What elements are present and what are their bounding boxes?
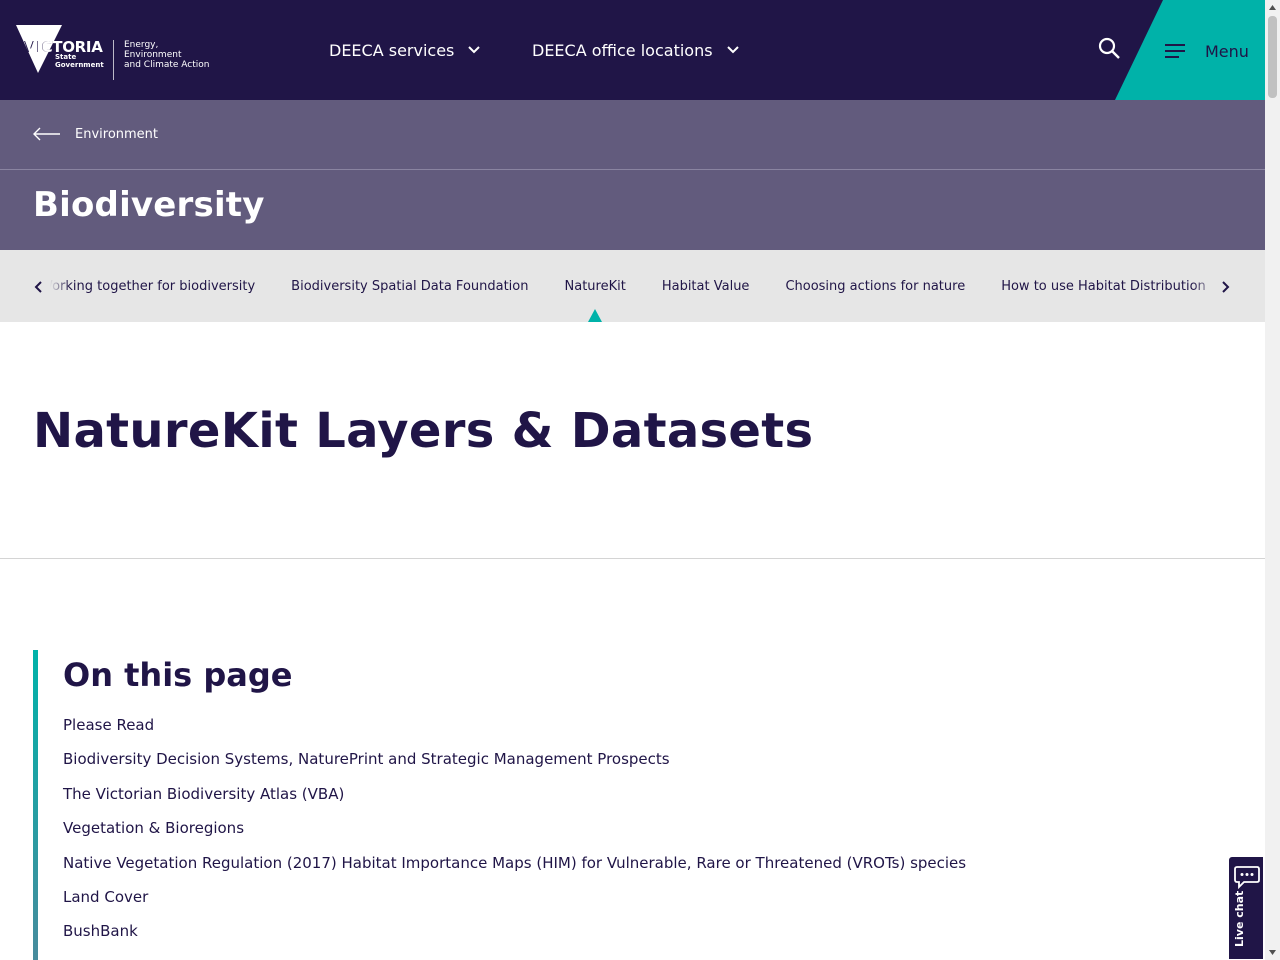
chat-bubble-icon: [1234, 866, 1260, 889]
logo-state-text: State Government: [55, 53, 104, 69]
breadcrumb-label: Environment: [75, 126, 159, 142]
toc-title: On this page: [63, 656, 293, 694]
breadcrumb-back-link[interactable]: Environment: [33, 124, 158, 144]
subnav-item-habitat-distribution[interactable]: How to use Habitat Distribution: [1001, 250, 1206, 322]
toc-link-please-read[interactable]: Please Read: [63, 716, 966, 750]
toc-list: Please Read Biodiversity Decision System…: [63, 716, 966, 957]
logo-state-line: Government: [55, 60, 104, 69]
scroll-down-arrow-icon[interactable]: [1268, 948, 1277, 957]
chevron-down-icon: [726, 44, 739, 56]
section-banner: [0, 100, 1265, 250]
subnav-viewport: Working together for biodiversity Biodiv…: [50, 250, 1218, 322]
subnav-item-spatial-data-foundation[interactable]: Biodiversity Spatial Data Foundation: [291, 250, 528, 322]
logo-dept-line: Energy,: [124, 40, 159, 50]
chevron-down-icon: [468, 44, 481, 56]
toc-accent-bar: [33, 650, 38, 960]
on-this-page-nav: On this page Please Read Biodiversity De…: [33, 650, 1033, 960]
page: VICTORIA VICTORIA State Government Energ…: [0, 0, 1265, 960]
toc-link-vba[interactable]: The Victorian Biodiversity Atlas (VBA): [63, 785, 966, 819]
chevron-right-icon: [1222, 281, 1230, 293]
subnav-scroll-right-button[interactable]: [1218, 278, 1234, 296]
subnav-fade-right: [1192, 250, 1218, 322]
subnav-fade-left: [50, 250, 70, 322]
nav-label: DEECA services: [329, 40, 455, 60]
chevron-left-icon: [34, 281, 42, 293]
nav-label: DEECA office locations: [532, 40, 713, 60]
section-subnav: Working together for biodiversity Biodiv…: [0, 250, 1265, 322]
toc-link-land-cover[interactable]: Land Cover: [63, 888, 966, 922]
live-chat-label: Live chat: [1233, 890, 1246, 947]
scrollbar-thumb[interactable]: [1268, 16, 1277, 98]
toc-link-vegetation-bioregions[interactable]: Vegetation & Bioregions: [63, 819, 966, 853]
toc-link-him-vrots[interactable]: Native Vegetation Regulation (2017) Habi…: [63, 854, 966, 888]
toc-link-decision-systems[interactable]: Biodiversity Decision Systems, NaturePri…: [63, 750, 966, 784]
site-header: VICTORIA VICTORIA State Government Energ…: [0, 0, 1265, 100]
subnav-item-naturekit[interactable]: NatureKit: [565, 250, 626, 322]
nav-deeca-office-locations[interactable]: DEECA office locations: [532, 38, 739, 62]
logo-dept-line: Environment: [124, 50, 182, 60]
page-title: NatureKit Layers & Datasets: [33, 403, 814, 459]
hamburger-icon: [1165, 44, 1185, 58]
subnav-item-choosing-actions[interactable]: Choosing actions for nature: [785, 250, 965, 322]
menu-button[interactable]: Menu: [1165, 38, 1249, 64]
toc-link-bushbank[interactable]: BushBank: [63, 922, 966, 956]
logo-dept-line: and Climate Action: [124, 60, 210, 70]
scroll-up-arrow-icon[interactable]: [1268, 3, 1277, 12]
content-divider: [0, 558, 1265, 559]
logo-department-text: Energy, Environment and Climate Action: [124, 40, 224, 70]
subnav-scroll-left-button[interactable]: [30, 278, 46, 296]
arrow-left-icon: [33, 127, 60, 141]
nav-deeca-services[interactable]: DEECA services: [329, 38, 481, 62]
victoria-government-logo[interactable]: VICTORIA VICTORIA State Government Energ…: [16, 25, 216, 80]
menu-area: Menu: [1115, 0, 1265, 100]
subnav-item-habitat-value[interactable]: Habitat Value: [662, 250, 750, 322]
page-scrollbar[interactable]: [1265, 0, 1280, 960]
breadcrumb-divider: [0, 169, 1265, 170]
menu-label: Menu: [1205, 41, 1249, 61]
logo-divider: [113, 40, 114, 80]
subnav-track: Working together for biodiversity Biodiv…: [50, 250, 1218, 322]
subnav-item-working-together[interactable]: Working together for biodiversity: [50, 250, 255, 322]
live-chat-button[interactable]: Live chat: [1228, 856, 1264, 960]
section-title: Biodiversity: [33, 185, 265, 225]
